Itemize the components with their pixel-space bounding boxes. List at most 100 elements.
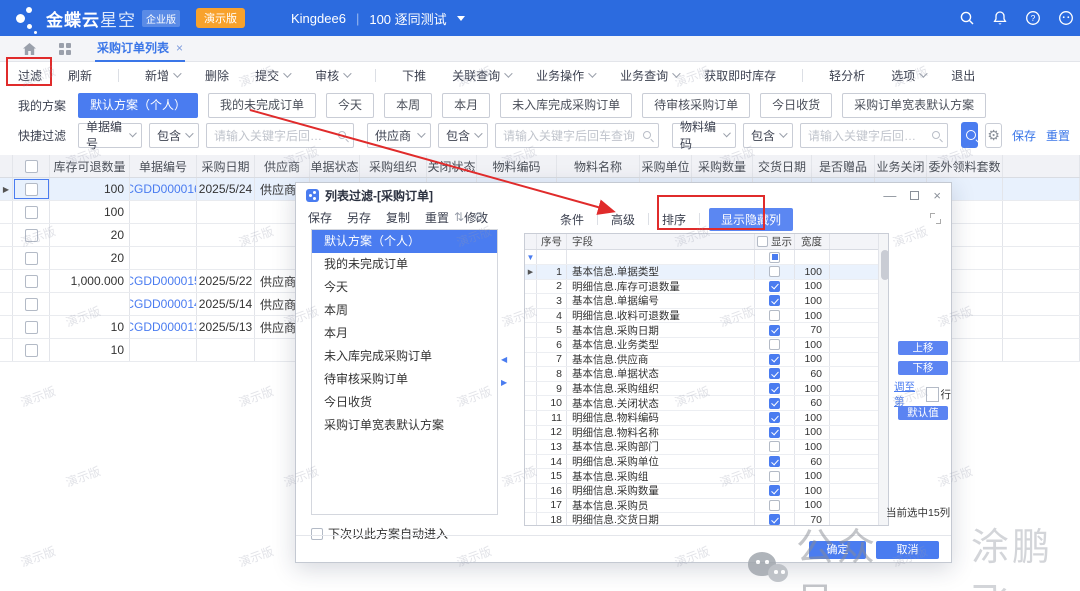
- row-checkbox[interactable]: [25, 298, 38, 311]
- row-checkbox[interactable]: [25, 206, 38, 219]
- dialog-toolbar-保存[interactable]: 保存: [308, 209, 332, 226]
- column-header[interactable]: 关闭状态: [427, 155, 477, 177]
- column-header[interactable]: 交货日期: [753, 155, 812, 177]
- plan-button[interactable]: 默认方案（个人）: [78, 93, 198, 118]
- column-header[interactable]: 采购数量: [692, 155, 753, 177]
- collapse-left-icon[interactable]: ◀: [501, 355, 507, 364]
- fullscreen-icon[interactable]: [930, 213, 941, 224]
- column-header[interactable]: 采购组织: [360, 155, 427, 177]
- toolbar-button-删除[interactable]: 删除: [205, 67, 229, 84]
- grid-row[interactable]: 3基本信息.单据编号100: [525, 294, 878, 309]
- row-checkbox[interactable]: [25, 229, 38, 242]
- maximize-icon[interactable]: [910, 191, 919, 200]
- show-checkbox[interactable]: [769, 500, 780, 511]
- select-all-show-checkbox[interactable]: [757, 236, 768, 247]
- dialog-tab-高级[interactable]: 高级: [607, 208, 639, 231]
- row-checkbox[interactable]: [25, 275, 38, 288]
- dialog-plan-item[interactable]: 默认方案（个人）: [312, 230, 497, 253]
- column-header[interactable]: 单据编号: [130, 155, 197, 177]
- toolbar-button-选项[interactable]: 选项: [891, 67, 925, 84]
- dialog-plan-item[interactable]: 采购订单宽表默认方案: [312, 414, 497, 437]
- show-checkbox[interactable]: [769, 266, 780, 277]
- move-down-button[interactable]: 下移: [898, 361, 948, 375]
- grid-row[interactable]: 2明细信息.库存可退数量100: [525, 280, 878, 295]
- field-select[interactable]: 供应商: [367, 123, 431, 148]
- dialog-plan-item[interactable]: 未入库完成采购订单: [312, 345, 497, 368]
- show-checkbox[interactable]: [769, 427, 780, 438]
- grid-row[interactable]: 18明细信息.交货日期70: [525, 513, 878, 526]
- grid-row[interactable]: 8基本信息.单据状态60: [525, 367, 878, 382]
- grid-row[interactable]: 11明细信息.物料编码100: [525, 411, 878, 426]
- close-icon[interactable]: ×: [933, 189, 941, 202]
- dialog-plan-item[interactable]: 我的未完成订单: [312, 253, 497, 276]
- column-header[interactable]: 物料名称: [557, 155, 640, 177]
- column-header[interactable]: 业务关闭: [875, 155, 927, 177]
- grid-row[interactable]: 16明细信息.采购数量100: [525, 484, 878, 499]
- show-checkbox[interactable]: [769, 383, 780, 394]
- plan-button[interactable]: 今天: [326, 93, 374, 118]
- show-checkbox[interactable]: [769, 441, 780, 452]
- column-header[interactable]: 供应商: [255, 155, 310, 177]
- gear-icon[interactable]: ⚙: [473, 210, 484, 224]
- show-checkbox[interactable]: [769, 339, 780, 350]
- cancel-button[interactable]: 取消: [876, 541, 939, 559]
- column-header[interactable]: 库存可退数量: [50, 155, 130, 177]
- show-checkbox[interactable]: [769, 310, 780, 321]
- grid-filter-cell[interactable]: [537, 250, 567, 264]
- toolbar-button-业务操作[interactable]: 业务操作: [536, 67, 594, 84]
- home-icon[interactable]: [22, 42, 37, 56]
- collapse-right-icon[interactable]: ▶: [501, 378, 507, 387]
- grid-filter-cell[interactable]: [567, 250, 755, 264]
- grid-row[interactable]: 10基本信息.关闭状态60: [525, 396, 878, 411]
- grid-filter-cell[interactable]: [755, 250, 795, 264]
- minimize-icon[interactable]: —: [883, 189, 896, 202]
- dialog-tab-显示隐藏列[interactable]: 显示隐藏列: [709, 208, 793, 231]
- dialog-toolbar-另存[interactable]: 另存: [347, 209, 371, 226]
- bell-icon[interactable]: [992, 10, 1008, 26]
- dialog-tab-条件[interactable]: 条件: [556, 208, 588, 231]
- dialog-plan-item[interactable]: 待审核采购订单: [312, 368, 497, 391]
- toolbar-button-审核[interactable]: 审核: [315, 67, 349, 84]
- toolbar-button-退出[interactable]: 退出: [951, 67, 975, 84]
- grid-row[interactable]: 5基本信息.采购日期70: [525, 323, 878, 338]
- avatar-icon[interactable]: [1058, 10, 1074, 26]
- tab-close-icon[interactable]: ×: [176, 41, 183, 55]
- grid-row[interactable]: 4明细信息.收料可退数量100: [525, 309, 878, 324]
- field-select[interactable]: 单据编号: [78, 123, 142, 148]
- grid-row[interactable]: 6基本信息.业务类型100: [525, 338, 878, 353]
- keyword-input[interactable]: 请输入关键字后回车查询: [495, 123, 659, 148]
- show-checkbox[interactable]: [769, 514, 780, 525]
- show-checkbox[interactable]: [769, 456, 780, 467]
- search-icon[interactable]: [959, 10, 975, 26]
- dialog-plan-item[interactable]: 今日收货: [312, 391, 497, 414]
- toolbar-button-业务查询[interactable]: 业务查询: [620, 67, 678, 84]
- search-button[interactable]: [961, 122, 978, 148]
- goto-row-input[interactable]: [926, 387, 938, 402]
- keyword-input[interactable]: 请输入关键字后回车查询: [206, 123, 354, 148]
- sort-icon[interactable]: ⇅: [454, 210, 464, 224]
- goto-row-link[interactable]: 调至第: [894, 379, 924, 409]
- show-checkbox[interactable]: [769, 354, 780, 365]
- show-checkbox[interactable]: [769, 295, 780, 306]
- toolbar-button-轻分析[interactable]: 轻分析: [829, 67, 865, 84]
- grid-row[interactable]: 7基本信息.供应商100: [525, 353, 878, 368]
- dialog-toolbar-复制[interactable]: 复制: [386, 209, 410, 226]
- dialog-tab-排序[interactable]: 排序: [658, 208, 690, 231]
- column-header[interactable]: 单据状态: [310, 155, 360, 177]
- plan-button[interactable]: 今日收货: [760, 93, 832, 118]
- column-header[interactable]: 采购单位: [640, 155, 692, 177]
- grid-row[interactable]: ▶1基本信息.单据类型100: [525, 265, 878, 280]
- show-checkbox[interactable]: [769, 398, 780, 409]
- account-switcher[interactable]: Kingdee6 | 100 逐同测试: [291, 9, 465, 28]
- operator-select[interactable]: 包含: [149, 123, 199, 148]
- dialog-titlebar[interactable]: 列表过滤-[采购订单] — ×: [296, 183, 951, 207]
- toolbar-button-新增[interactable]: 新增: [145, 67, 179, 84]
- save-filter-link[interactable]: 保存: [1012, 127, 1036, 144]
- column-header[interactable]: 是否赠品: [812, 155, 875, 177]
- column-header[interactable]: 委外领料套数: [927, 155, 1003, 177]
- grid-row[interactable]: 12明细信息.物料名称100: [525, 426, 878, 441]
- gear-button[interactable]: ⚙: [985, 123, 1002, 148]
- ok-button[interactable]: 确定: [809, 541, 866, 559]
- reset-filter-link[interactable]: 重置: [1046, 127, 1070, 144]
- show-checkbox[interactable]: [769, 412, 780, 423]
